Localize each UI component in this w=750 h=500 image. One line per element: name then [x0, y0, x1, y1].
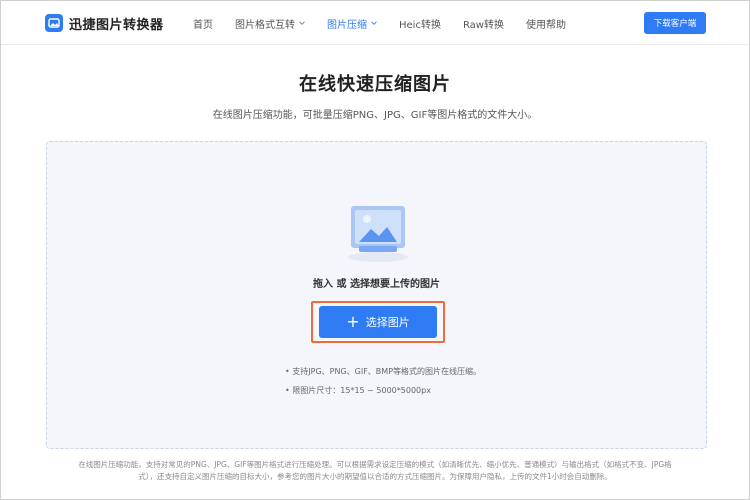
nav-heic-convert[interactable]: Heic转换: [399, 16, 441, 31]
chevron-down-icon: [371, 21, 377, 25]
logo[interactable]: 迅捷图片转换器: [45, 13, 164, 33]
nav-image-compress-label: 图片压缩: [327, 19, 367, 31]
chevron-down-icon: [299, 21, 305, 25]
nav-raw-convert[interactable]: Raw转换: [463, 16, 504, 31]
logo-text: 迅捷图片转换器: [69, 17, 164, 33]
logo-icon: [45, 14, 63, 32]
footer-description: 在线图片压缩功能，支持对常见的PNG、JPG、GIF等图片格式进行压缩处理。可以…: [78, 460, 672, 481]
nav-home-label: 首页: [193, 19, 213, 31]
nav-raw-convert-label: Raw转换: [462, 19, 504, 31]
size-rule: • 限图片尺寸：15*15 ~ 5000*5000px: [285, 386, 431, 395]
select-image-button[interactable]: + 选择图片: [319, 306, 437, 338]
page-title: 在线快速压缩图片: [299, 74, 451, 95]
nav-help-label: 使用帮助: [526, 19, 566, 31]
page-subtitle: 在线图片压缩功能，可批量压缩PNG、JPG、GIF等图片格式的文件大小。: [212, 110, 538, 121]
upload-illustration-icon: [348, 206, 408, 262]
nav-heic-convert-label: Heic转换: [399, 19, 441, 31]
main-nav: 首页 图片格式互转 图片压缩 Heic转换 Raw转换 使用帮助: [193, 1, 588, 45]
top-navbar: 迅捷图片转换器 首页 图片格式互转 图片压缩 Heic转换 Raw转换 使用帮助…: [1, 1, 749, 45]
nav-format-convert[interactable]: 图片格式互转: [235, 16, 305, 31]
select-image-label: 选择图片: [365, 316, 410, 329]
nav-format-convert-label: 图片格式互转: [235, 19, 295, 31]
nav-help[interactable]: 使用帮助: [526, 16, 566, 31]
format-rule: • 支持JPG、PNG、GIF、BMP等格式的图片在线压缩。: [285, 367, 482, 376]
plus-icon: +: [346, 312, 360, 331]
nav-image-compress[interactable]: 图片压缩: [327, 16, 377, 31]
download-client-button[interactable]: 下载客户端: [644, 12, 706, 34]
drop-hint-text: 拖入 或 选择想要上传的图片: [313, 279, 440, 290]
nav-home[interactable]: 首页: [193, 16, 213, 31]
upload-dropzone[interactable]: 拖入 或 选择想要上传的图片 + 选择图片 • 支持JPG、PNG、GIF、BM…: [46, 141, 707, 449]
